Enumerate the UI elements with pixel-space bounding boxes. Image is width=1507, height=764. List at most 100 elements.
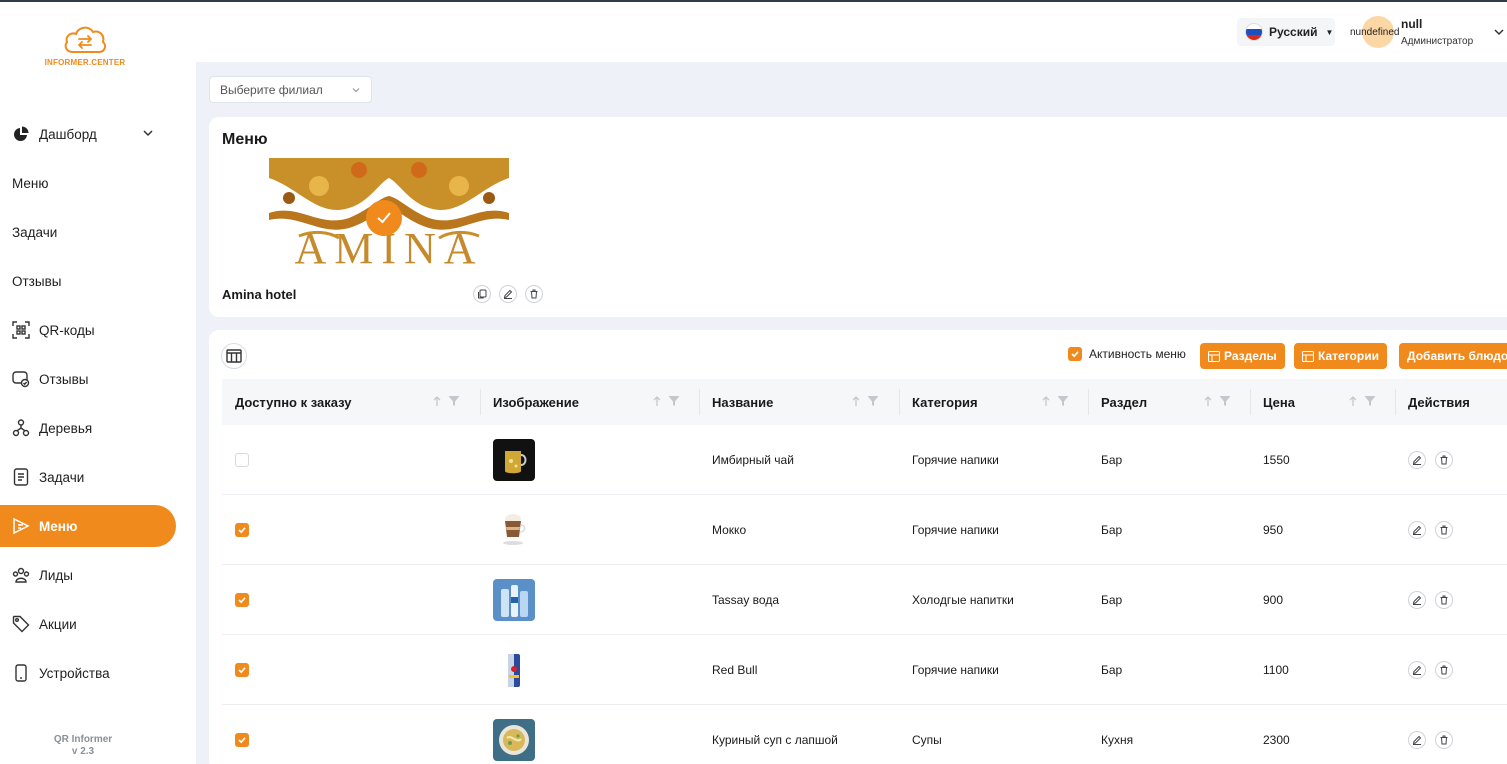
column-header-label: Доступно к заказу xyxy=(235,394,352,410)
menu-activity-toggle[interactable]: Активность меню xyxy=(1068,347,1186,361)
edit-button[interactable] xyxy=(1408,451,1426,469)
copy-button[interactable] xyxy=(473,285,491,303)
table-row[interactable]: Tassay вода Холодгые напитки Бар 900 xyxy=(222,565,1507,635)
trash-icon xyxy=(1440,595,1448,605)
filter-icon[interactable] xyxy=(1057,395,1069,407)
available-checkbox[interactable] xyxy=(235,733,249,747)
available-checkbox[interactable] xyxy=(235,453,249,467)
categories-button[interactable]: Категории xyxy=(1294,343,1387,369)
sidebar-item-label: Отзывы xyxy=(12,273,62,289)
filter-icon[interactable] xyxy=(1364,395,1376,407)
dish-name: Имбирный чай xyxy=(712,453,794,467)
dish-category: Горячие напики xyxy=(912,663,999,677)
trash-icon xyxy=(1440,665,1448,675)
redbull-image xyxy=(493,649,535,691)
branch-select[interactable]: Выберите филиал xyxy=(209,76,372,103)
dish-section: Кухня xyxy=(1101,733,1134,747)
app-version: QR Informer v 2.3 xyxy=(0,734,166,758)
sidebar-item-reviews[interactable]: Отзывы xyxy=(0,358,176,400)
copy-icon xyxy=(478,289,487,299)
logo[interactable]: INFORMER.CENTER xyxy=(40,22,130,67)
filter-icon[interactable] xyxy=(448,395,460,407)
categories-icon xyxy=(1302,350,1314,362)
add-dish-button-label: Добавить блюдо xyxy=(1407,349,1507,363)
menu-icon xyxy=(12,517,30,535)
activity-checkbox[interactable] xyxy=(1068,347,1082,361)
sidebar-item-label: Задачи xyxy=(12,224,58,240)
sidebar-item-trees[interactable]: Деревья xyxy=(0,407,176,449)
sidebar-item-dashboard[interactable]: Дашборд xyxy=(0,113,176,155)
delete-button[interactable] xyxy=(1435,451,1453,469)
soup-image xyxy=(493,719,535,761)
delete-button[interactable] xyxy=(1435,521,1453,539)
mocha-image xyxy=(493,509,535,551)
available-checkbox[interactable] xyxy=(235,593,249,607)
available-checkbox[interactable] xyxy=(235,523,249,537)
sidebar-item-label: Меню xyxy=(39,518,78,534)
chevron-down-icon[interactable] xyxy=(1493,26,1505,38)
delete-button[interactable] xyxy=(1435,661,1453,679)
sidebar-item-reviews-plain[interactable]: Отзывы xyxy=(0,260,176,302)
dishes-table-card: Активность меню Разделы Категории Добави… xyxy=(209,330,1507,764)
edit-icon xyxy=(503,289,513,299)
sidebar-item-promotions[interactable]: Акции xyxy=(0,603,176,645)
edit-button[interactable] xyxy=(1408,591,1426,609)
sections-button-label: Разделы xyxy=(1224,349,1277,363)
sidebar-item-tasks[interactable]: Задачи xyxy=(0,456,176,498)
dish-name: Мокко xyxy=(712,523,747,537)
dish-section: Бар xyxy=(1101,453,1123,467)
sort-icon[interactable] xyxy=(1203,395,1213,407)
sidebar-item-leads[interactable]: Лиды xyxy=(0,554,176,596)
edit-icon xyxy=(1412,735,1422,745)
branch-select-placeholder: Выберите филиал xyxy=(220,82,323,97)
sidebar-item-qr-codes[interactable]: QR-коды xyxy=(0,309,176,351)
table-row[interactable]: Red Bull Горячие напики Бар 1100 xyxy=(222,635,1507,705)
top-header: Русский ▼ nundefined null Администратор xyxy=(196,2,1507,62)
dish-price: 2300 xyxy=(1263,733,1290,747)
sort-icon[interactable] xyxy=(652,395,662,407)
column-header-label: Раздел xyxy=(1101,394,1148,410)
trash-icon xyxy=(530,289,538,299)
edit-button[interactable] xyxy=(499,285,517,303)
column-header-label: Изображение xyxy=(493,394,579,410)
dish-section: Бар xyxy=(1101,593,1123,607)
table-row[interactable]: Мокко Горячие напики Бар 950 xyxy=(222,495,1507,565)
add-dish-button[interactable]: Добавить блюдо xyxy=(1399,343,1507,369)
dish-price: 1100 xyxy=(1263,663,1289,677)
dish-price: 900 xyxy=(1263,593,1284,607)
delete-button[interactable] xyxy=(1435,591,1453,609)
activity-label: Активность меню xyxy=(1089,347,1186,361)
sort-icon[interactable] xyxy=(1041,395,1051,407)
delete-button[interactable] xyxy=(1435,731,1453,749)
sidebar-item-label: Меню xyxy=(12,175,49,191)
filter-icon[interactable] xyxy=(1219,395,1231,407)
sidebar-item-menu-plain[interactable]: Меню xyxy=(0,162,176,204)
language-selector[interactable]: Русский ▼ xyxy=(1237,18,1335,46)
filter-icon[interactable] xyxy=(867,395,879,407)
sidebar-item-tasks-plain[interactable]: Задачи xyxy=(0,211,176,253)
dish-section: Бар xyxy=(1101,663,1123,677)
available-checkbox[interactable] xyxy=(235,663,249,677)
chevron-down-icon xyxy=(143,130,153,137)
sort-icon[interactable] xyxy=(1348,395,1358,407)
edit-icon xyxy=(1412,455,1422,465)
edit-button[interactable] xyxy=(1408,521,1426,539)
sections-button[interactable]: Разделы xyxy=(1200,343,1285,369)
columns-toggle-button[interactable] xyxy=(221,343,247,369)
sort-icon[interactable] xyxy=(432,395,442,407)
table-row[interactable]: Имбирный чай Горячие напики Бар 1550 xyxy=(222,425,1507,495)
filter-icon[interactable] xyxy=(668,395,680,407)
trash-icon xyxy=(1440,735,1448,745)
edit-button[interactable] xyxy=(1408,731,1426,749)
edit-button[interactable] xyxy=(1408,661,1426,679)
dish-name: Red Bull xyxy=(712,663,758,677)
dish-price: 950 xyxy=(1263,523,1284,537)
sidebar-item-devices[interactable]: Устройства xyxy=(0,652,176,694)
sidebar-item-label: Лиды xyxy=(39,567,73,583)
sidebar-item-menu[interactable]: Меню xyxy=(0,505,176,547)
table-row[interactable]: Куриный суп с лапшой Супы Кухня 2300 xyxy=(222,705,1507,764)
user-name: null xyxy=(1401,17,1423,31)
version-number: v 2.3 xyxy=(71,746,95,757)
sort-icon[interactable] xyxy=(851,395,861,407)
delete-button[interactable] xyxy=(525,285,543,303)
